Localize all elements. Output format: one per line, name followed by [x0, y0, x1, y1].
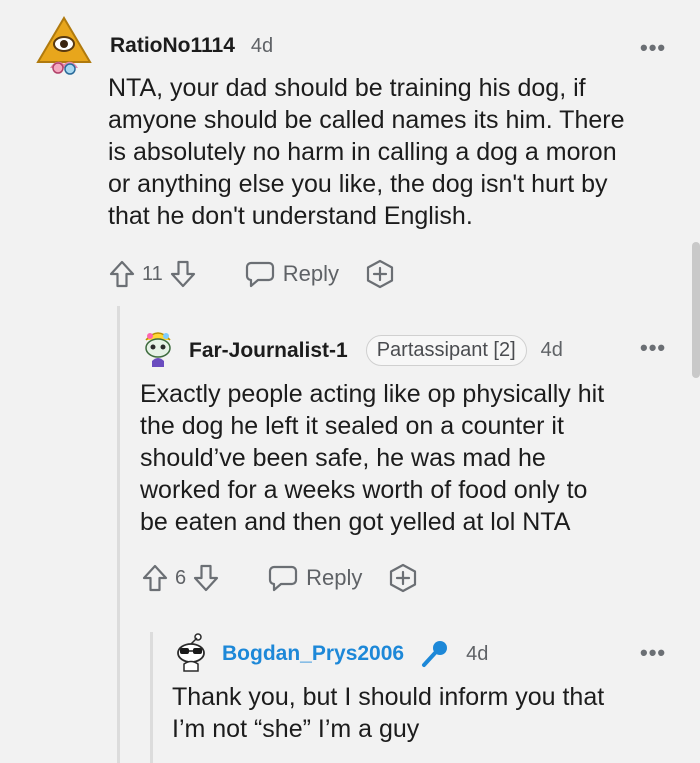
comment-meta: Far-Journalist-1 Partassipant [2] 4d: [189, 335, 563, 366]
comment-meta: RatioNo1114 4d: [110, 34, 273, 58]
comment-meta: Bogdan_Prys2006 4d: [222, 639, 488, 669]
downvote-icon[interactable]: [169, 259, 197, 289]
username[interactable]: Bogdan_Prys2006: [222, 642, 404, 666]
more-options-button[interactable]: •••: [640, 35, 666, 61]
vote-score: 11: [142, 262, 163, 285]
comment-body-line: worked for a weeks worth of food only to: [140, 476, 588, 504]
comment-body-line: the dog he left it sealed on a counter i…: [140, 412, 564, 440]
user-flair: Partassipant [2]: [365, 335, 527, 366]
downvote-icon[interactable]: [192, 563, 220, 593]
username[interactable]: Far-Journalist-1: [189, 339, 348, 363]
reply-bubble-icon: [269, 565, 298, 592]
more-options-button[interactable]: •••: [640, 335, 666, 361]
reply-bubble-icon: [245, 261, 274, 288]
avatar-illuminati-icon[interactable]: [36, 16, 92, 76]
comment-body-line: NTA, your dad should be training his dog…: [108, 74, 586, 102]
award-plus-icon[interactable]: [365, 259, 395, 289]
comment-body-line: is absolutely no harm in calling a dog a…: [108, 138, 617, 166]
timestamp: 4d: [540, 339, 563, 361]
username[interactable]: RatioNo1114: [110, 34, 235, 58]
more-options-button[interactable]: •••: [640, 640, 666, 666]
comment-actions: 6 Reply: [141, 563, 418, 593]
upvote-icon[interactable]: [141, 563, 169, 593]
avatar-snoo-sunglasses-icon[interactable]: [171, 632, 211, 674]
comment-body-line: I’m not “she” I’m a guy: [172, 715, 420, 743]
comment-body-line: Exactly people acting like op physically…: [140, 380, 605, 408]
reply-label: Reply: [282, 261, 340, 286]
timestamp: 4d: [250, 34, 274, 57]
comment-body-line: Thank you, but I should inform you that: [172, 683, 605, 711]
comment-body: Thank you, but I should inform you that …: [172, 681, 604, 745]
comment-body-line: should’ve been safe, he was mad he: [140, 444, 546, 472]
reply-label: Reply: [306, 565, 363, 590]
comment-body-line: that he don't understand English.: [108, 202, 473, 230]
avatar-snoo-icon[interactable]: [138, 328, 178, 370]
timestamp: 4d: [466, 642, 489, 665]
vote-score: 6: [175, 566, 187, 589]
upvote-icon[interactable]: [108, 259, 136, 289]
reply-button[interactable]: Reply: [245, 260, 339, 288]
scrollbar[interactable]: [692, 242, 700, 378]
thread-line-level-2[interactable]: [150, 632, 153, 763]
comment-body: NTA, your dad should be training his dog…: [108, 72, 624, 232]
award-plus-icon[interactable]: [388, 563, 418, 593]
comment-body: Exactly people acting like op physically…: [140, 378, 604, 538]
comment-body-line: or anything else you like, the dog isn't…: [108, 170, 608, 198]
reply-button[interactable]: Reply: [268, 564, 362, 592]
comment-actions: 11 Reply: [108, 259, 395, 289]
thread-line-level-1[interactable]: [117, 306, 120, 763]
comment-body-line: amyone should be called names its him. T…: [108, 106, 625, 134]
comment-body-line: be eaten and then got yelled at lol NTA: [140, 508, 571, 536]
op-microphone-icon: [422, 641, 448, 667]
